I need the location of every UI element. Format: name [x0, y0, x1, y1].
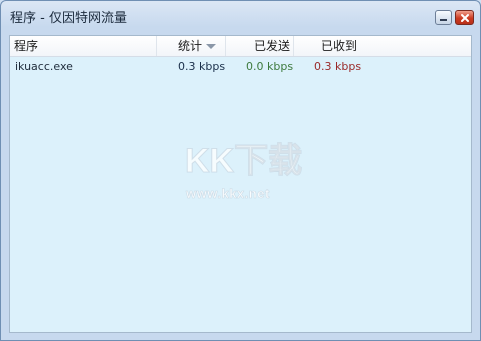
minimize-button[interactable]	[435, 10, 452, 25]
watermark-logo-text: KK下载	[185, 142, 302, 180]
title-bar[interactable]: 程序 - 仅因特网流量	[1, 1, 480, 31]
watermark-url: www.kkx.net	[185, 186, 270, 201]
minimize-icon	[440, 19, 447, 21]
close-button[interactable]	[455, 10, 474, 25]
watermark-logo: KK下载 www.kkx.net	[185, 142, 303, 202]
close-icon	[461, 14, 469, 22]
process-list[interactable]: 程序 统计 已发送 已收到 ikuacc.exe 0.3 kbps 0.0 kb…	[9, 35, 472, 333]
window-title: 程序 - 仅因特网流量	[10, 11, 127, 26]
app-window: 程序 - 仅因特网流量 程序 统计 已发送 已收到 ikuacc.exe 0.3…	[0, 0, 481, 341]
